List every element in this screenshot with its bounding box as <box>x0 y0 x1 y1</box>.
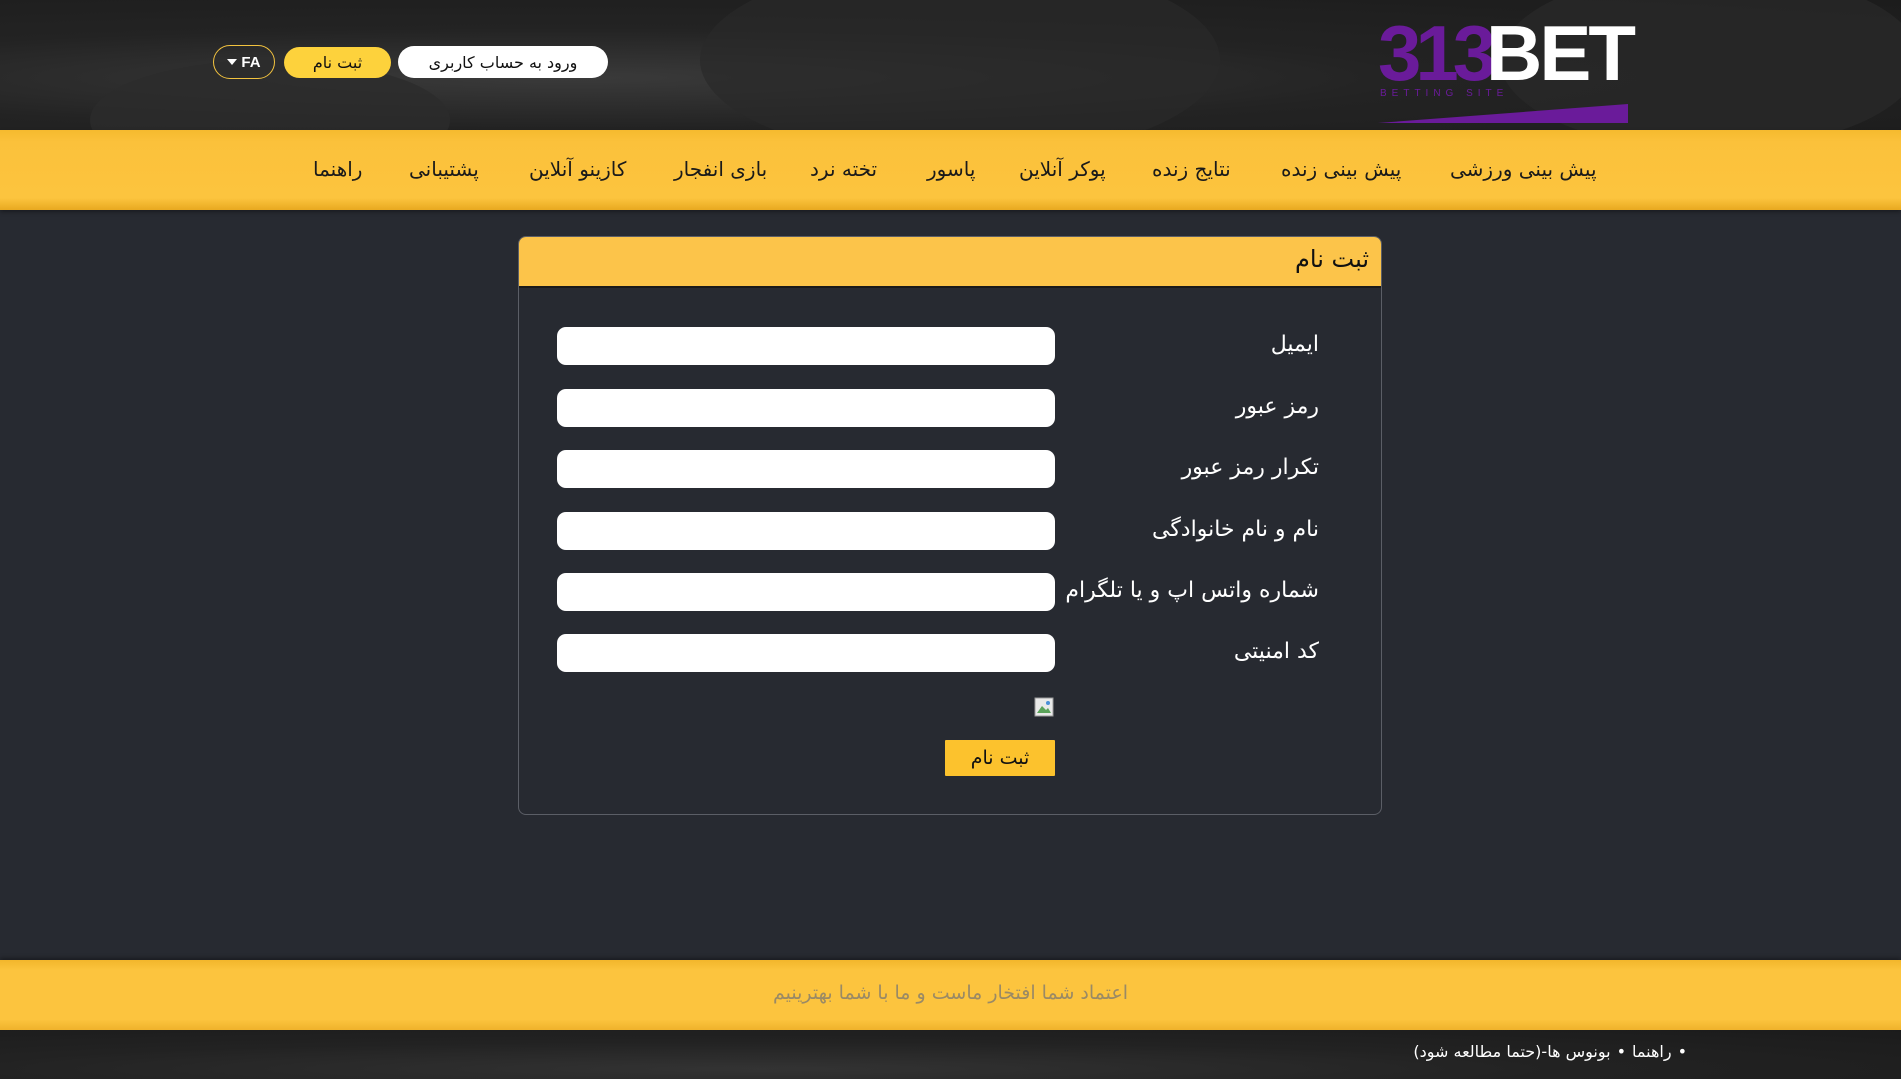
registration-panel: ثبت نام ایمیل رمز عبور تکرار رمز عبور نا… <box>518 236 1382 815</box>
logo-swoosh-icon <box>1378 104 1628 123</box>
language-label: FA <box>241 53 261 71</box>
phone-label: شماره واتس اپ و یا تلگرام <box>1065 578 1319 603</box>
password-field[interactable] <box>557 389 1055 427</box>
logo-word: BET <box>1486 9 1636 97</box>
password-label: رمز عبور <box>1235 394 1319 419</box>
nav-item-online-casino[interactable]: کازینو آنلاین <box>529 152 626 186</box>
phone-field[interactable] <box>557 573 1055 611</box>
security-code-field[interactable] <box>557 634 1055 672</box>
bullet: • <box>1677 1042 1687 1061</box>
footer-link-bonuses[interactable]: بونوس ها-(حتما مطالعه شود) <box>1413 1042 1610 1061</box>
nav-item-support[interactable]: پشتیبانی <box>409 152 479 186</box>
full-name-label: نام و نام خانوادگی <box>1151 517 1319 542</box>
site-header: 313 BET BETTING SITE ورود به حساب کاربری… <box>0 0 1901 130</box>
footer-link-help[interactable]: راهنما <box>1632 1042 1672 1061</box>
footer-links: • راهنما • بونوس ها-(حتما مطالعه شود) <box>1413 1042 1687 1061</box>
nav-item-online-poker[interactable]: پوکر آنلاین <box>1019 152 1106 186</box>
logo-number: 313 <box>1378 9 1496 97</box>
nav-item-crash-game[interactable]: بازی انفجار <box>674 152 767 186</box>
nav-item-live-betting[interactable]: پیش بینی زنده <box>1281 152 1401 186</box>
confirm-password-label: تکرار رمز عبور <box>1181 455 1319 480</box>
nav-item-live-results[interactable]: نتایج زنده <box>1152 152 1231 186</box>
language-selector[interactable]: FA <box>213 45 275 79</box>
submit-register-button[interactable]: ثبت نام <box>945 740 1055 776</box>
full-name-field[interactable] <box>557 512 1055 550</box>
panel-title: ثبت نام <box>1295 245 1369 273</box>
footer-tagline-band: اعتماد شما افتخار ماست و ما با شما بهتری… <box>0 960 1901 1030</box>
nav-item-help[interactable]: راهنما <box>313 152 362 186</box>
broken-image-icon <box>1034 697 1054 717</box>
email-label: ایمیل <box>1270 332 1319 357</box>
footer-tagline: اعتماد شما افتخار ماست و ما با شما بهتری… <box>772 982 1129 1004</box>
main-nav: پیش بینی ورزشی پیش بینی زنده نتایج زنده … <box>0 130 1901 210</box>
nav-item-pasoor[interactable]: پاسور <box>927 152 975 186</box>
header-background-shape <box>700 0 1220 130</box>
bullet: • <box>1616 1042 1626 1061</box>
email-field[interactable] <box>557 327 1055 365</box>
caret-down-icon <box>227 59 238 65</box>
panel-header: ثبت نام <box>519 237 1381 288</box>
nav-item-backgammon[interactable]: تخته نرد <box>810 152 877 186</box>
site-logo[interactable]: 313 BET BETTING SITE <box>1378 9 1636 123</box>
register-button[interactable]: ثبت نام <box>284 47 391 78</box>
nav-item-sports-betting[interactable]: پیش بینی ورزشی <box>1450 152 1597 186</box>
footer-bottom: • راهنما • بونوس ها-(حتما مطالعه شود) <box>0 1030 1901 1079</box>
confirm-password-field[interactable] <box>557 450 1055 488</box>
security-code-label: کد امنیتی <box>1233 639 1319 664</box>
login-button[interactable]: ورود به حساب کاربری <box>398 46 608 78</box>
